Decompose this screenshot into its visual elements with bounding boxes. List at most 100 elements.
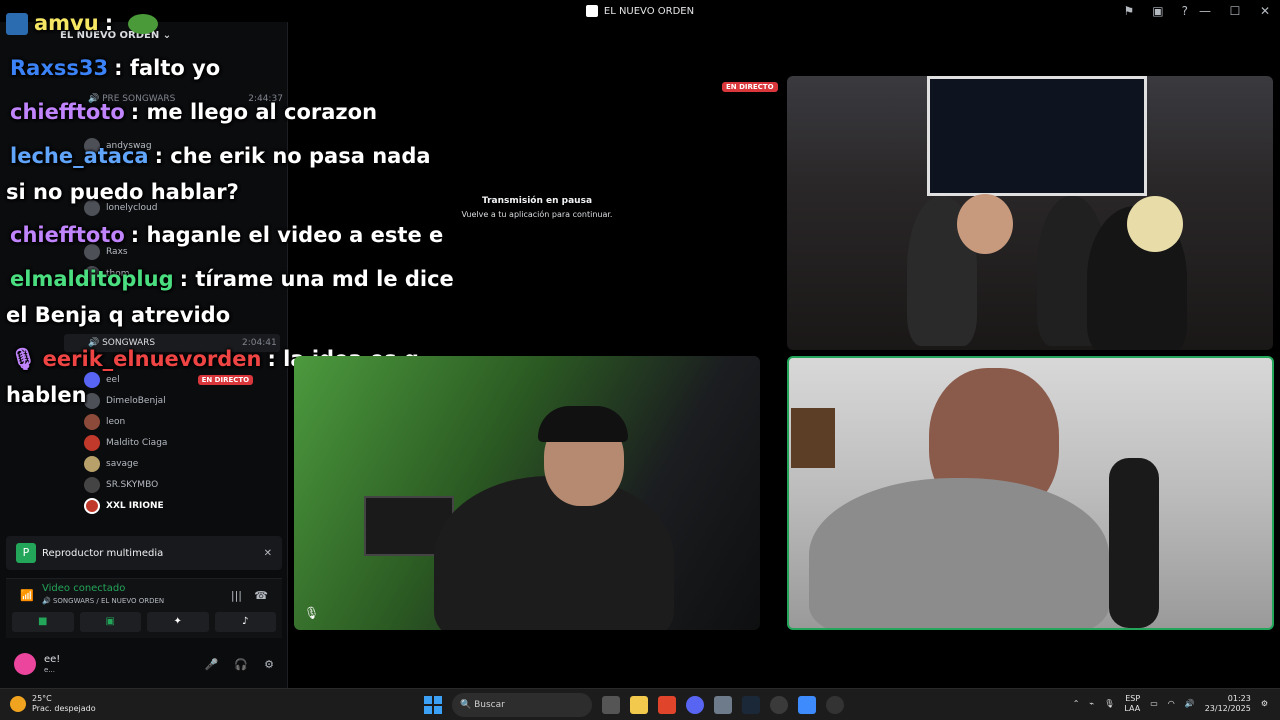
activities-button[interactable]: ✦ — [147, 612, 209, 632]
steam-icon[interactable] — [742, 696, 760, 714]
taskbar-search[interactable]: 🔍 Buscar — [452, 693, 592, 717]
app-icon — [585, 5, 598, 17]
screen-share-button[interactable]: ▣ — [79, 612, 141, 632]
chat-message: si no puedo hablar? — [6, 180, 239, 204]
weather-widget[interactable]: 25°C Prac. despejado — [10, 694, 96, 713]
video-tile-speaking[interactable] — [787, 356, 1274, 630]
chat-message: chiefftoto: haganle el video a este e — [10, 223, 444, 247]
avatar — [84, 477, 100, 493]
person — [434, 476, 674, 630]
help-icon[interactable]: ? — [1182, 4, 1188, 18]
voice-status: Video conectado — [42, 583, 126, 594]
person-hair — [1127, 196, 1183, 252]
chat-message: hablen — [6, 383, 87, 407]
signal-icon[interactable]: 📶 — [20, 589, 34, 602]
windows-taskbar: 25°C Prac. despejado 🔍 Buscar ⌃ ⌁ 🎙 ESP L… — [0, 688, 1280, 720]
network-icon[interactable]: ⌁ — [1089, 699, 1094, 708]
muted-mic-icon: 🎙 — [304, 606, 320, 620]
member-item[interactable]: leon — [84, 414, 125, 430]
voice-action-buttons: ■ ▣ ✦ ♪ — [6, 612, 282, 632]
clock[interactable]: 01:23 23/12/2025 — [1205, 694, 1251, 713]
settings-gear-icon[interactable]: ⚙ — [264, 658, 274, 671]
microphone-icon[interactable]: 🎙 — [1104, 699, 1114, 708]
voice-location[interactable]: 🔊 SONGWARS / EL NUEVO ORDEN — [42, 597, 164, 605]
wifi-icon[interactable]: ◠ — [1168, 699, 1175, 708]
soundboard-button[interactable]: ♪ — [214, 612, 276, 632]
media-player-icon[interactable] — [826, 696, 844, 714]
member-item[interactable]: eel EN DIRECTO — [84, 372, 254, 388]
window-titlebar: EL NUEVO ORDEN ⚑ ▣ ? — ☐ ✕ — [0, 0, 1280, 22]
weather-text: Prac. despejado — [32, 703, 96, 713]
pepe-emote-icon — [128, 14, 159, 34]
member-item[interactable]: savage — [84, 456, 138, 472]
display-icon[interactable]: ▭ — [1150, 699, 1158, 708]
brave-icon[interactable] — [658, 696, 676, 714]
maximize-button[interactable]: ☐ — [1220, 4, 1250, 18]
noise-suppression-icon[interactable]: ||| — [231, 589, 242, 602]
microphone-icon[interactable]: 🎤 — [205, 658, 219, 671]
avatar — [84, 414, 100, 430]
inbox-icon[interactable]: ▣ — [1152, 4, 1163, 18]
chat-message: chiefftoto: me llego al corazon — [10, 100, 378, 124]
flag-icon[interactable]: ⚑ — [1124, 4, 1135, 18]
member-item[interactable]: XXL IRIONE — [84, 498, 164, 514]
paused-title: Transmisión en pausa — [481, 196, 593, 206]
chevron-up-icon[interactable]: ⌃ — [1073, 699, 1080, 708]
disconnect-icon[interactable]: ☎ — [254, 589, 268, 602]
stream-paused-notice: Transmisión en pausa Vuelve a tu aplicac… — [292, 196, 782, 219]
cap — [538, 406, 628, 442]
avatar — [84, 435, 100, 451]
mic-icon: 🎙 — [10, 347, 37, 371]
chat-message: amvu: — [6, 12, 159, 35]
member-item[interactable]: SR.SKYMBO — [84, 477, 158, 493]
title-actions: ⚑ ▣ ? — [1124, 4, 1188, 18]
poster — [791, 408, 835, 468]
person-face — [957, 194, 1013, 254]
taskbar-apps: 🔍 Buscar — [424, 693, 844, 717]
live-badge: EN DIRECTO — [197, 375, 254, 385]
app-icon[interactable] — [770, 696, 788, 714]
window-title: EL NUEVO ORDEN — [603, 5, 695, 17]
paused-subtitle: Vuelve a tu aplicación para continuar. — [461, 210, 613, 219]
media-player-icon: P — [16, 543, 36, 563]
video-tile-studio[interactable]: 🎙 — [294, 356, 760, 630]
windows-start-icon[interactable] — [424, 696, 442, 714]
notification-icon[interactable]: ⚙ — [1261, 699, 1268, 708]
window-view — [927, 76, 1147, 196]
chat-message: elmalditoplug: tírame una md le dice — [10, 267, 454, 291]
person — [809, 478, 1109, 628]
close-button[interactable]: ✕ — [1250, 4, 1280, 18]
video-tile-room[interactable] — [787, 76, 1273, 350]
chat-icon — [6, 13, 28, 35]
headphones-icon[interactable]: 🎧 — [234, 658, 248, 671]
avatar — [84, 456, 100, 472]
weather-sun-icon — [10, 695, 26, 712]
close-player-icon[interactable]: ✕ — [264, 548, 272, 559]
avatar[interactable] — [14, 653, 36, 675]
media-player-label: Reproductor multimedia — [42, 547, 164, 559]
avatar — [84, 498, 100, 514]
username: ee! — [44, 653, 61, 665]
chat-message: leche_ataca: che erik no pasa nada — [10, 144, 431, 168]
settings-icon[interactable] — [714, 696, 732, 714]
chat-message: Raxss33: falto yo — [10, 56, 221, 80]
file-explorer-icon[interactable] — [630, 696, 648, 714]
notepad-icon[interactable] — [798, 696, 816, 714]
camera-button[interactable]: ■ — [12, 612, 74, 632]
system-tray: ⌃ ⌁ 🎙 ESP LAA ▭ ◠ 🔊 01:23 23/12/2025 ⚙ — [1073, 694, 1268, 713]
language-indicator[interactable]: ESP LAA — [1124, 694, 1140, 713]
discord-icon[interactable] — [686, 696, 704, 714]
temperature: 25°C — [32, 694, 52, 703]
member-item[interactable]: Maldito Ciaga — [84, 435, 167, 451]
minimize-button[interactable]: — — [1190, 4, 1220, 18]
member-item[interactable]: DimeloBenjal — [84, 393, 166, 409]
window-controls: — ☐ ✕ — [1190, 0, 1280, 22]
volume-icon[interactable]: 🔊 — [1185, 699, 1195, 708]
media-player-panel[interactable]: P Reproductor multimedia ✕ — [6, 536, 282, 570]
chat-message: el Benja q atrevido — [6, 303, 231, 327]
task-view-icon[interactable] — [602, 696, 620, 714]
user-panel: ee! e... 🎤 🎧 ⚙ — [6, 644, 282, 684]
user-status: e... — [44, 665, 55, 674]
guitar — [1109, 458, 1159, 628]
stream-live-badge: EN DIRECTO — [722, 82, 778, 92]
